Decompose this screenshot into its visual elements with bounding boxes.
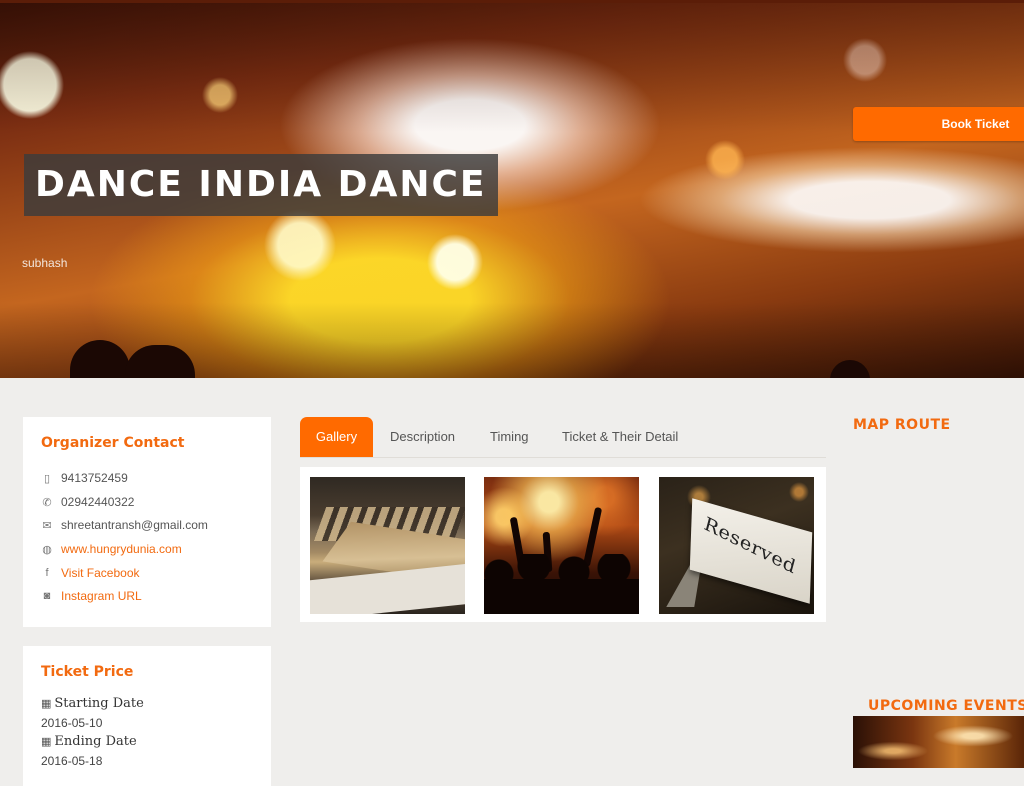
phone-number: 02942440322 (61, 495, 135, 509)
gallery-image-concert[interactable] (484, 477, 639, 614)
organizer-mobile: ▯ 9413752459 (41, 469, 128, 487)
starting-date-label-row: ▦ Starting Date (41, 696, 144, 711)
crowd-shape (484, 554, 639, 614)
email-address: shreetantransh@gmail.com (61, 518, 208, 532)
phone-icon: ✆ (42, 496, 52, 509)
organizer-contact-heading: Organizer Contact (41, 435, 185, 451)
facebook-icon: f (45, 567, 49, 579)
organizer-email: ✉ shreetantransh@gmail.com (41, 516, 208, 534)
map-route-heading: MAP ROUTE (853, 417, 951, 433)
gallery-panel: Reserved (300, 467, 826, 622)
upcoming-events-heading: UPCOMING EVENTS (868, 698, 1024, 714)
globe-icon: ◍ (42, 543, 52, 556)
tab-timing[interactable]: Timing (490, 417, 529, 457)
upcoming-event-image[interactable] (853, 716, 1024, 768)
event-title: DANCE INDIA DANCE (35, 164, 487, 205)
facebook-label: Visit Facebook (61, 566, 140, 580)
organizer-instagram-link[interactable]: ◙ Instagram URL (41, 587, 142, 605)
event-title-box: DANCE INDIA DANCE (24, 154, 498, 216)
ticket-price-card: Ticket Price ▦ Starting Date 2016-05-10 … (23, 646, 271, 786)
mobile-number: 9413752459 (61, 471, 128, 485)
hero-top-border (0, 0, 1024, 3)
event-organizer-name: subhash (22, 256, 68, 270)
calendar-icon: ▦ (41, 735, 52, 748)
tab-description[interactable]: Description (390, 417, 455, 457)
instagram-icon: ◙ (43, 590, 51, 602)
reserved-sign-text: Reserved (701, 513, 799, 579)
tab-ticket-details[interactable]: Ticket & Their Detail (562, 417, 678, 457)
starting-date-label: Starting Date (54, 696, 144, 711)
event-hero-banner: DANCE INDIA DANCE subhash (0, 0, 1024, 378)
calendar-icon: ▦ (41, 697, 52, 710)
ending-date-value: 2016-05-18 (41, 754, 103, 768)
starting-date-value: 2016-05-10 (41, 716, 103, 730)
tab-gallery[interactable]: Gallery (300, 417, 373, 457)
organizer-website-link[interactable]: ◍ www.hungrydunia.com (41, 540, 182, 558)
event-tabs: Gallery Description Timing Ticket & Thei… (300, 417, 826, 458)
ending-date-label-row: ▦ Ending Date (41, 734, 137, 749)
mobile-icon: ▯ (43, 472, 51, 485)
organizer-contact-card: Organizer Contact ▯ 9413752459 ✆ 0294244… (23, 417, 271, 627)
gallery-image-banquet[interactable] (310, 477, 465, 614)
envelope-icon: ✉ (42, 519, 52, 532)
book-ticket-label: Book Ticket (941, 117, 1010, 131)
website-url: www.hungrydunia.com (61, 542, 182, 556)
organizer-facebook-link[interactable]: f Visit Facebook (41, 564, 140, 582)
organizer-phone: ✆ 02942440322 (41, 493, 134, 511)
ending-date-label: Ending Date (54, 734, 137, 749)
instagram-label: Instagram URL (61, 589, 142, 603)
book-ticket-button[interactable]: Book Ticket (853, 107, 1024, 141)
ticket-price-heading: Ticket Price (41, 664, 134, 680)
reserved-sign: Reserved (689, 498, 813, 604)
gallery-image-reserved[interactable]: Reserved (659, 477, 814, 614)
